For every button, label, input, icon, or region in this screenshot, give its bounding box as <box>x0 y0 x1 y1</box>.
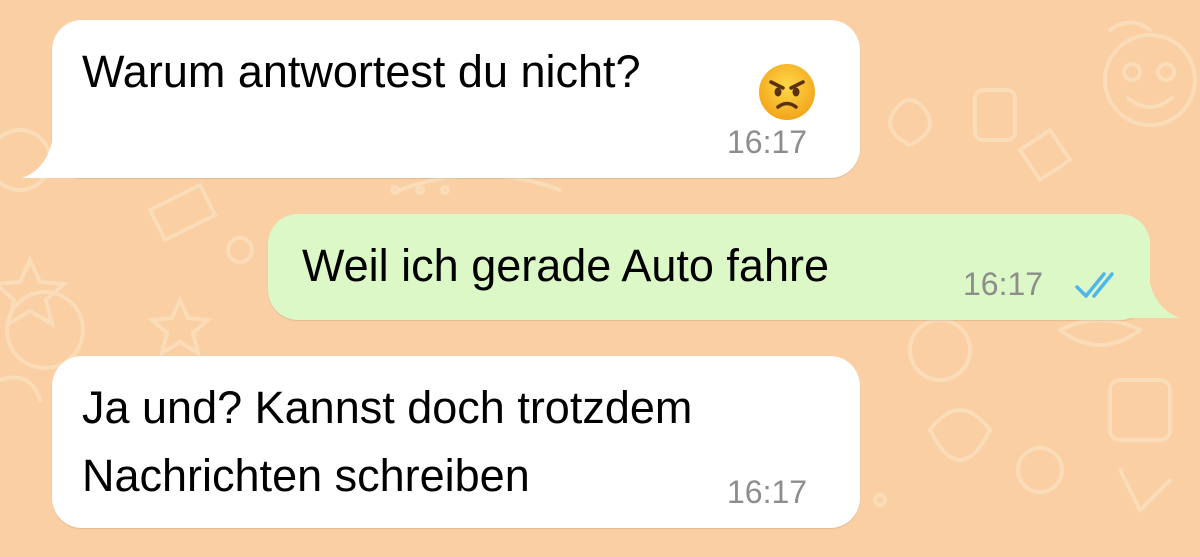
message-bubble-incoming[interactable]: Warum antwortest du nicht? 16:17 <box>22 20 860 178</box>
message-timestamp: 16:17 <box>963 266 1044 302</box>
message-text: Warum antwortest du nicht? <box>82 46 641 97</box>
message-text: Weil ich gerade Auto fahre <box>302 240 829 291</box>
message-timestamp: 16:17 <box>727 124 808 160</box>
angry-face-emoji <box>759 64 815 120</box>
message-bubble-outgoing[interactable]: Weil ich gerade Auto fahre 16:17 <box>268 214 1180 320</box>
message-timestamp: 16:17 <box>727 474 808 510</box>
message-text-line: Nachrichten schreiben <box>82 450 530 501</box>
read-double-check-icon <box>1075 272 1114 298</box>
message-bubble-incoming[interactable]: Ja und? Kannst doch trotzdem Nachrichten… <box>52 356 860 528</box>
bubble-tail <box>1120 272 1180 318</box>
message-text-line: Ja und? Kannst doch trotzdem <box>82 382 693 433</box>
bubble-tail <box>22 130 82 178</box>
